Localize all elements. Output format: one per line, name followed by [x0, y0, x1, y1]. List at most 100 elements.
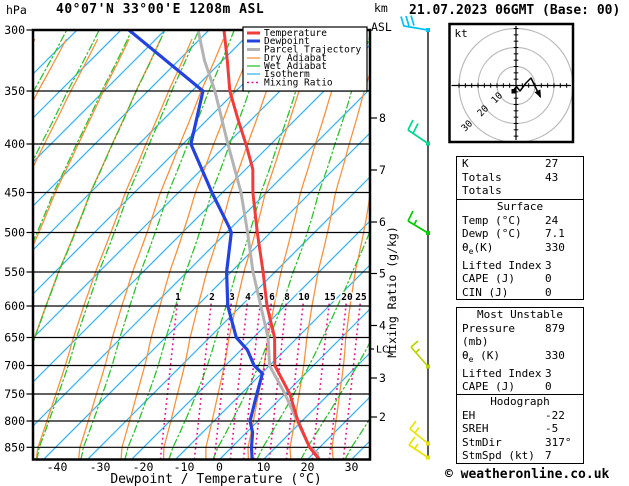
wind-barb-dot — [426, 441, 430, 446]
grid-line — [407, 220, 429, 234]
grid-line — [311, 300, 331, 460]
dry-adiabat — [289, 71, 370, 460]
wind-barb-dot — [426, 141, 430, 146]
grid-line — [159, 300, 179, 460]
page-title: 40°07'N 33°00'E 1208m ASL — [56, 2, 265, 17]
surface-value: 330 — [545, 240, 565, 254]
hodograph-value: 317° — [545, 435, 572, 449]
most-unstable-label: Lifted Index — [462, 366, 542, 380]
most-unstable-value: 879 — [545, 321, 565, 335]
dry-adiabat — [331, 192, 370, 460]
wet-adiabat — [0, 30, 2, 460]
grid-line — [342, 300, 362, 460]
most-unstable-row: θe (K) 330 — [457, 349, 583, 367]
pressure-tick-label: 300 — [4, 23, 25, 37]
hodograph-label: StmDir — [462, 435, 502, 449]
pressure-tick-label: 650 — [4, 331, 25, 345]
pressure-tick-label: 500 — [4, 226, 25, 240]
most-unstable-label: θe (K) — [462, 348, 500, 364]
grid-line — [407, 129, 429, 145]
hodograph-label: StmSpd (kt) — [462, 449, 535, 463]
mixing-ratio-value: 2 — [209, 292, 215, 303]
dry-adiabat — [205, 38, 319, 460]
pressure-tick-label: 700 — [4, 359, 25, 373]
surface-label: Dewp (°C) — [462, 227, 522, 241]
hodograph-ring-label: 10 — [489, 90, 505, 106]
hodograph-value: -22 — [545, 408, 565, 422]
pressure-tick-label: 750 — [4, 387, 25, 401]
hodograph-row: EH -22 — [457, 409, 583, 423]
surface-table-title: Surface — [496, 200, 544, 213]
surface-label: CIN (J) — [462, 285, 509, 299]
most-unstable-label: Pressure (mb) — [462, 321, 515, 349]
grid-line — [412, 123, 419, 134]
copyright: © weatheronline.co.uk — [445, 467, 610, 482]
pressure-tick-label: 800 — [4, 414, 25, 428]
wet-adiabat — [36, 30, 200, 460]
indices-value: 27 — [545, 157, 559, 170]
grid-line — [408, 436, 416, 446]
most-unstable-label: CAPE (J) — [462, 380, 515, 394]
hodograph-table-title: Hodograph — [490, 395, 550, 408]
wind-barb-dot — [426, 455, 430, 460]
indices-value: 43 — [545, 170, 559, 184]
hodograph-ring-label: 20 — [475, 103, 491, 119]
dry-adiabat — [35, 38, 193, 460]
surface-row: Dewp (°C) 7.1 — [457, 227, 583, 241]
hodograph-unit-label: kt — [455, 27, 468, 40]
hodograph-row: SREH -5 — [457, 422, 583, 436]
wind-barb-dot — [426, 231, 430, 235]
indices-row: K 27 — [457, 157, 583, 171]
surface-row: CIN (J) 0 — [457, 286, 583, 300]
most-unstable-value: 3 — [545, 366, 552, 380]
skewt-sounding-page: 1 2 3 4 5 6 8 10 15 20 25 300 350 400 450 500 550 600 650 7… — [0, 0, 629, 486]
datetime-label: 21.07.2023 06GMT (Base: 00) — [409, 3, 621, 18]
most-unstable-row: Lifted Index 3 — [457, 367, 583, 381]
surface-label: Lifted Index — [462, 258, 542, 272]
grid-line — [410, 340, 419, 348]
surface-label: Temp (°C) — [462, 213, 522, 227]
mixing-ratio-value: 25 — [355, 292, 367, 303]
grid-line — [407, 119, 414, 131]
hodograph-trace — [512, 77, 541, 98]
hodograph-label: SREH — [462, 422, 489, 436]
grid-line — [408, 444, 429, 459]
surface-value: 0 — [545, 272, 552, 286]
wet-adiabat — [80, 30, 235, 460]
surface-row: θe(K) 330 — [457, 241, 583, 259]
hodograph-arrow — [534, 89, 541, 98]
surface-value: 0 — [545, 285, 552, 299]
pressure-tick-label: 550 — [4, 265, 25, 279]
mixing-ratio-value: 15 — [324, 292, 336, 303]
pressure-unit-label: hPa — [6, 3, 27, 17]
most-unstable-row: CAPE (J) 0 — [457, 380, 583, 394]
mixing-ratio-value: 3 — [229, 292, 235, 303]
most-unstable-table-title: Most Unstable — [476, 308, 564, 321]
grid-line — [407, 210, 414, 222]
hodograph-plot: 102030 — [451, 26, 573, 142]
x-axis-label: Dewpoint / Temperature (°C) — [110, 472, 322, 486]
grid-line — [413, 219, 418, 226]
mixing-ratio-value: 4 — [245, 292, 251, 303]
mixing-ratio-value: 20 — [341, 292, 353, 303]
km-tick-label: 2 — [379, 410, 386, 424]
legend-label: Mixing Ratio — [264, 78, 333, 89]
indices-row: Totals Totals 43 — [457, 171, 583, 198]
grid-line — [400, 16, 405, 27]
surface-value: 7.1 — [545, 227, 565, 241]
wet-adiabat — [168, 30, 319, 460]
grid-line — [409, 420, 417, 430]
hodograph-value: 7 — [545, 449, 552, 463]
altitude-unit-label: km — [374, 1, 388, 15]
mixing-ratio-value: 1 — [175, 292, 181, 303]
km-tick-label: 3 — [379, 371, 386, 385]
surface-table: Surface Temp (°C) 24 Dewp (°C) 7.1 θe(K) 330 L… — [456, 199, 584, 301]
wind-barb-dot — [426, 28, 430, 32]
pressure-tick-label: 450 — [4, 186, 25, 200]
km-tick-label: 8 — [379, 111, 386, 125]
mixing-ratio-value: 10 — [298, 292, 310, 303]
surface-row: CAPE (J) 0 — [457, 272, 583, 286]
hodograph-table: Hodograph EH -22 SREH -5 StmDir 317° StmSpd (k… — [456, 394, 584, 464]
grid-line — [415, 348, 421, 354]
altitude-ref-label: ASL — [371, 20, 392, 34]
